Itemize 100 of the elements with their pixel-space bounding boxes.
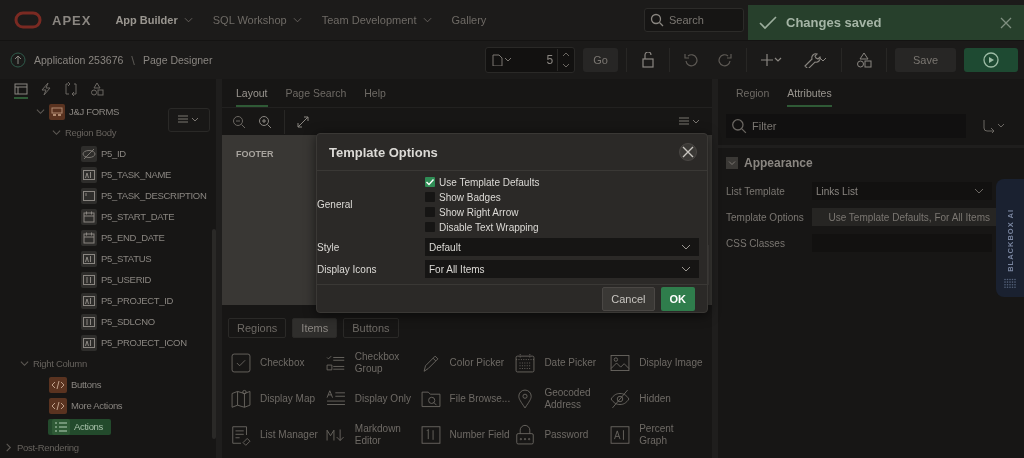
tree-item[interactable]: Right Column	[32, 357, 90, 370]
gallery-item-label[interactable]: Date Picker	[544, 357, 609, 369]
page-icon	[492, 54, 513, 66]
tab[interactable]: Region	[736, 87, 770, 107]
gallery-item-label[interactable]: Number Field	[449, 429, 514, 441]
gallery-item-label[interactable]: Display Only	[354, 393, 419, 405]
eye-off-icon	[609, 388, 632, 410]
shapes-icon[interactable]	[855, 52, 872, 68]
zoom-in-icon[interactable]	[258, 114, 272, 129]
chevron-right-icon[interactable]	[3, 443, 13, 452]
tab[interactable]: Layout	[236, 87, 268, 107]
code-icon	[49, 376, 67, 393]
tab[interactable]: Attributes	[787, 87, 832, 107]
region-icon	[49, 103, 65, 120]
field-label: General	[317, 199, 354, 210]
search-field[interactable]: Search	[644, 8, 744, 32]
nav-menu[interactable]: Team Development	[321, 14, 432, 26]
panel-tab[interactable]	[14, 81, 28, 99]
go-to-icon[interactable]	[982, 119, 1006, 133]
tree-item[interactable]: P5_STATUS	[80, 249, 155, 268]
tree-item[interactable]: P5_TASK_NAME	[80, 165, 175, 184]
redo-icon[interactable]	[717, 53, 732, 67]
gallery-tab[interactable]: Items	[292, 318, 338, 338]
collapse-icon[interactable]	[726, 157, 738, 169]
gallery-item-label[interactable]: Display Image	[639, 357, 704, 369]
cancel-button[interactable]: Cancel	[602, 286, 655, 311]
tree-item[interactable]: P5_TASK_DESCRIPTION	[80, 186, 210, 205]
tab[interactable]: Page Search	[285, 87, 347, 107]
tree-item[interactable]: Buttons	[48, 375, 105, 394]
menu-icon[interactable]	[678, 116, 702, 127]
list-icon	[230, 424, 252, 446]
eye-off-icon	[81, 145, 97, 162]
view-menu-button[interactable]	[168, 108, 210, 132]
go-button[interactable]: Go	[583, 48, 618, 72]
breadcrumb-separator: \	[131, 52, 135, 68]
tree-item[interactable]: P5_START_DATE	[80, 207, 178, 226]
tree-item[interactable]: P5_PROJECT_ICON	[80, 333, 190, 352]
run-button[interactable]	[964, 48, 1018, 72]
unlocked-padlock-icon[interactable]	[640, 52, 655, 68]
text-field-icon	[81, 334, 97, 351]
layout-icon	[14, 83, 28, 95]
save-button[interactable]: Save	[894, 48, 956, 72]
tree-item[interactable]: Region Body	[64, 126, 120, 139]
undo-icon[interactable]	[683, 53, 698, 67]
calendar-icon	[81, 208, 97, 225]
breadcrumb-link[interactable]: Application 253676	[34, 54, 124, 66]
nav-menu[interactable]: SQL Workshop	[212, 14, 302, 26]
number-field-icon	[81, 271, 97, 288]
dots-icon	[1003, 278, 1017, 289]
gallery-item-label[interactable]: Display Map	[260, 393, 324, 405]
select-field[interactable]: Links List	[812, 182, 992, 200]
tree-item[interactable]: Actions	[48, 418, 112, 435]
close-button[interactable]	[679, 143, 697, 161]
expand-icon[interactable]	[297, 115, 309, 128]
page-number-field[interactable]: 5	[485, 47, 576, 73]
tree-item[interactable]: J&J FORMS	[48, 102, 123, 121]
select-field[interactable]: For All Items	[425, 260, 699, 278]
gallery-item-label[interactable]: Percent Graph	[639, 423, 704, 447]
option-label[interactable]: Show Right Arrow	[439, 206, 519, 218]
tree-item[interactable]: P5_USERID	[80, 270, 155, 289]
gallery-item-label[interactable]: Password	[544, 429, 609, 441]
template-options-button[interactable]: Use Template Defaults, For All Items	[812, 208, 998, 226]
nav-menu[interactable]: App Builder	[115, 14, 193, 26]
plus-icon[interactable]	[760, 53, 783, 67]
field-label: Style	[317, 241, 341, 253]
gallery-tab[interactable]: Regions	[228, 318, 287, 338]
number-field-icon	[81, 313, 97, 330]
chevron-down-icon	[292, 17, 302, 23]
chevron-down-icon[interactable]	[35, 107, 45, 116]
tree-item[interactable]: P5_ID	[80, 144, 129, 163]
option-label[interactable]: Show Badges	[439, 191, 501, 203]
close-icon[interactable]	[1000, 16, 1012, 29]
gallery-item-label[interactable]: List Manager	[260, 429, 324, 441]
gallery-item-label[interactable]: Geocoded Address	[544, 387, 609, 411]
zoom-out-icon[interactable]	[232, 114, 246, 129]
tree-item[interactable]: P5_PROJECT_ID	[80, 291, 177, 310]
wrench-icon[interactable]	[802, 52, 827, 68]
filter-field[interactable]: Filter	[726, 114, 966, 138]
gallery-tab[interactable]: Buttons	[343, 318, 399, 338]
section-title: Appearance	[744, 156, 813, 170]
option-label[interactable]: Use Template Defaults	[439, 176, 540, 188]
ok-button[interactable]: OK	[660, 286, 695, 311]
gallery-item-label[interactable]: Checkbox Group	[354, 351, 419, 375]
gallery-item-label[interactable]: Color Picker	[449, 357, 514, 369]
tree-item[interactable]: P5_SDLCNO	[80, 312, 158, 331]
chevron-down-icon[interactable]	[51, 128, 61, 137]
chevron-down-icon[interactable]	[19, 359, 29, 368]
tab[interactable]: Help	[364, 87, 386, 107]
checkbox[interactable]	[425, 177, 435, 187]
tree-item[interactable]: More Actions	[48, 396, 126, 415]
select-field[interactable]: Default	[425, 238, 699, 256]
tree-item[interactable]: P5_END_DATE	[80, 228, 168, 247]
gallery-item-label[interactable]: Markdown Editor	[354, 423, 419, 447]
gallery-item-label[interactable]: Checkbox	[260, 357, 324, 369]
option-label[interactable]: Disable Text Wrapping	[439, 221, 539, 233]
gallery-item-label[interactable]: File Browse...	[449, 393, 514, 405]
shapes-icon	[90, 82, 104, 96]
gallery-item-label[interactable]: Hidden	[639, 393, 704, 405]
tree-item[interactable]: Post-Rendering	[16, 441, 82, 454]
nav-menu[interactable]: Gallery	[451, 14, 487, 26]
